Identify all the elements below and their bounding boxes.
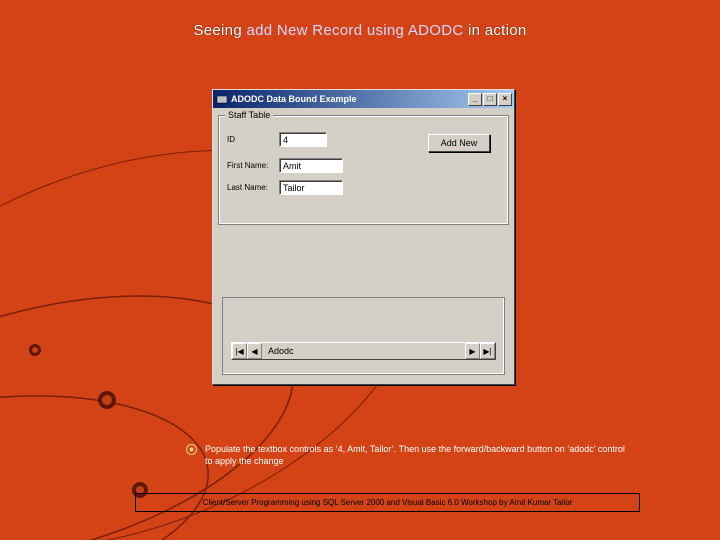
app-window: ADODC Data Bound Example _ □ × Staff Tab… bbox=[212, 89, 515, 385]
firstname-label: First Name: bbox=[227, 161, 279, 170]
bullet-icon bbox=[186, 444, 197, 467]
first-icon: |◀ bbox=[235, 347, 243, 356]
adodc-caption: Adodc bbox=[262, 343, 465, 359]
titlebar: ADODC Data Bound Example _ □ × bbox=[213, 90, 514, 108]
lastname-input[interactable]: Tailor bbox=[279, 180, 343, 195]
nav-last-button[interactable]: ▶| bbox=[480, 343, 495, 359]
adodc-control: |◀ ◀ Adodc ▶ ▶| bbox=[231, 342, 496, 360]
window-title: ADODC Data Bound Example bbox=[231, 94, 468, 104]
window-client: Staff Table ID 4 First Name: Amit Last N… bbox=[216, 111, 511, 381]
nav-first-button[interactable]: |◀ bbox=[232, 343, 247, 359]
slide-bullet: Populate the textbox controls as ‘4, Ami… bbox=[186, 443, 630, 467]
nav-next-button[interactable]: ▶ bbox=[465, 343, 480, 359]
slide-title: Seeing add New Record using ADODC in act… bbox=[0, 0, 720, 39]
app-icon bbox=[215, 93, 228, 106]
add-new-button[interactable]: Add New bbox=[428, 134, 490, 152]
group-legend: Staff Table bbox=[225, 110, 273, 120]
staff-groupbox: Staff Table ID 4 First Name: Amit Last N… bbox=[218, 115, 509, 225]
adodc-container: |◀ ◀ Adodc ▶ ▶| bbox=[222, 297, 505, 375]
id-label: ID bbox=[227, 135, 279, 144]
next-icon: ▶ bbox=[469, 347, 475, 356]
id-input[interactable]: 4 bbox=[279, 132, 327, 147]
bullet-text: Populate the textbox controls as ‘4, Ami… bbox=[205, 443, 630, 467]
last-icon: ▶| bbox=[483, 347, 491, 356]
footer-credit: Client/Server Programming using SQL Serv… bbox=[135, 493, 640, 512]
prev-icon: ◀ bbox=[251, 347, 257, 356]
minimize-button[interactable]: _ bbox=[468, 93, 482, 106]
close-button[interactable]: × bbox=[498, 93, 512, 106]
lastname-label: Last Name: bbox=[227, 183, 279, 192]
firstname-input[interactable]: Amit bbox=[279, 158, 343, 173]
nav-prev-button[interactable]: ◀ bbox=[247, 343, 262, 359]
maximize-button[interactable]: □ bbox=[483, 93, 497, 106]
